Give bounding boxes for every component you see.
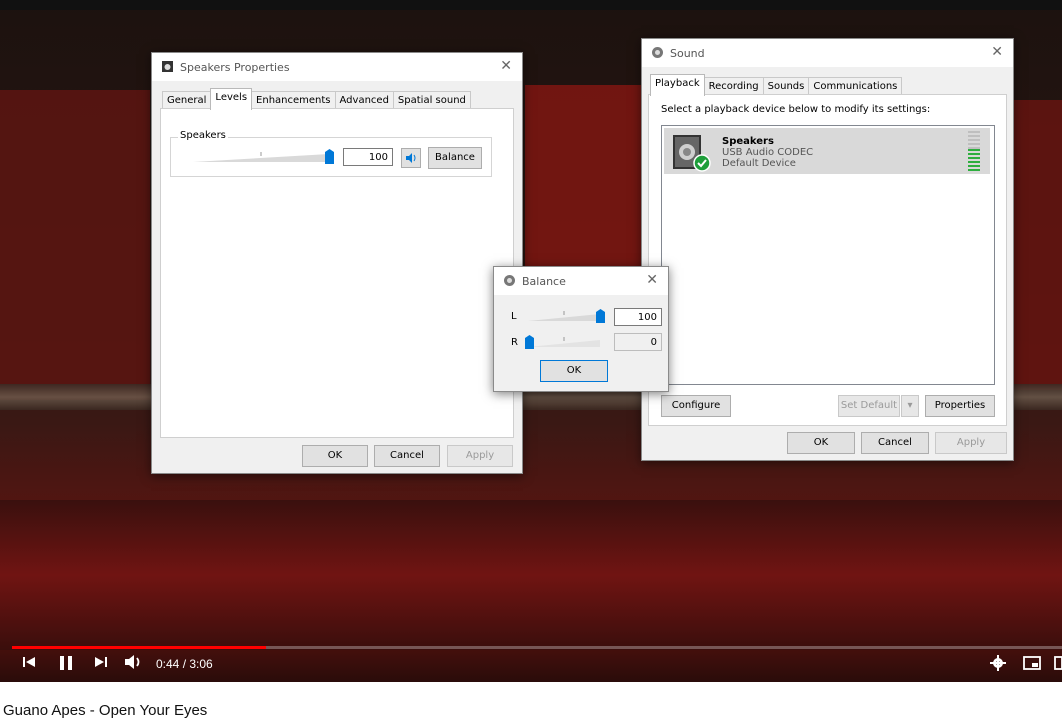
speakers-properties-dialog: Speakers Properties ✕ General Levels Enh… bbox=[151, 52, 523, 474]
dialog-title: Balance bbox=[522, 275, 566, 288]
balance-button[interactable]: Balance bbox=[428, 147, 482, 169]
speaker-icon bbox=[504, 275, 515, 286]
device-status: Default Device bbox=[722, 158, 796, 169]
dialog-title: Speakers Properties bbox=[180, 61, 290, 74]
ok-button[interactable]: OK bbox=[540, 360, 608, 382]
cancel-button[interactable]: Cancel bbox=[861, 432, 929, 454]
volume-thumb bbox=[325, 149, 334, 164]
prev-icon[interactable] bbox=[22, 654, 36, 674]
sound-dialog: Sound ✕ Playback Recording Sounds Commun… bbox=[641, 38, 1014, 461]
speaker-device-icon bbox=[673, 135, 711, 172]
video-frame-detail bbox=[0, 500, 1062, 650]
instruction-text: Select a playback device below to modify… bbox=[661, 104, 931, 115]
ok-button[interactable]: OK bbox=[787, 432, 855, 454]
time-display: 0:44 / 3:06 bbox=[156, 657, 213, 671]
close-icon[interactable]: ✕ bbox=[500, 58, 512, 74]
speaker-icon bbox=[652, 47, 663, 58]
ok-button[interactable]: OK bbox=[302, 445, 368, 467]
volume-icon[interactable] bbox=[123, 654, 145, 674]
left-channel-slider[interactable] bbox=[524, 305, 606, 325]
set-default-button[interactable]: Set Default bbox=[838, 395, 900, 417]
left-channel-label: L bbox=[511, 311, 517, 322]
settings-icon[interactable] bbox=[990, 655, 1006, 675]
dialog-title: Sound bbox=[670, 47, 705, 60]
apply-button[interactable]: Apply bbox=[935, 432, 1007, 454]
video-player[interactable]: Speakers Properties ✕ General Levels Enh… bbox=[0, 0, 1062, 682]
speakers-group: Speakers 100 Balance bbox=[170, 130, 492, 177]
video-title: Guano Apes - Open Your Eyes bbox=[3, 702, 208, 719]
properties-button[interactable]: Properties bbox=[925, 395, 995, 417]
progress-bar[interactable] bbox=[12, 646, 1062, 649]
right-channel-value[interactable]: 0 bbox=[614, 333, 662, 351]
tab-levels[interactable]: Levels bbox=[210, 88, 253, 110]
volume-icon[interactable] bbox=[401, 148, 421, 168]
speaker-icon bbox=[162, 61, 173, 72]
apply-button[interactable]: Apply bbox=[447, 445, 513, 467]
tab-playback[interactable]: Playback bbox=[650, 74, 705, 96]
close-icon[interactable]: ✕ bbox=[991, 44, 1003, 60]
playback-panel: Select a playback device below to modify… bbox=[648, 94, 1007, 426]
level-meter-fill bbox=[968, 149, 980, 171]
theater-mode-icon[interactable] bbox=[1054, 655, 1062, 675]
close-icon[interactable]: ✕ bbox=[646, 272, 658, 288]
set-default-dropdown[interactable]: ▾ bbox=[901, 395, 919, 417]
right-thumb bbox=[525, 335, 534, 349]
balance-dialog: Balance ✕ L 100 R 0 OK bbox=[493, 266, 669, 392]
left-channel-value[interactable]: 100 bbox=[614, 308, 662, 326]
right-channel-label: R bbox=[511, 337, 518, 348]
cancel-button[interactable]: Cancel bbox=[374, 445, 440, 467]
chevron-down-icon: ▾ bbox=[907, 400, 913, 411]
miniplayer-icon[interactable] bbox=[1023, 655, 1041, 675]
group-label: Speakers bbox=[178, 130, 228, 141]
list-item[interactable]: Speakers USB Audio CODEC Default Device bbox=[664, 128, 990, 174]
device-name: Speakers bbox=[722, 136, 774, 147]
volume-value-field[interactable]: 100 bbox=[343, 148, 393, 166]
left-thumb bbox=[596, 309, 605, 323]
configure-button[interactable]: Configure bbox=[661, 395, 731, 417]
next-icon[interactable] bbox=[94, 654, 108, 674]
right-channel-slider[interactable] bbox=[524, 331, 606, 351]
check-icon bbox=[693, 154, 711, 172]
title-bar[interactable] bbox=[494, 267, 668, 295]
level-meter bbox=[968, 131, 980, 171]
volume-slider[interactable] bbox=[191, 146, 341, 166]
device-list[interactable]: Speakers USB Audio CODEC Default Device bbox=[661, 125, 995, 385]
progress-fill bbox=[12, 646, 267, 649]
video-frame-detail bbox=[0, 0, 1062, 10]
device-driver: USB Audio CODEC bbox=[722, 147, 814, 158]
pause-icon[interactable] bbox=[58, 654, 74, 676]
levels-panel: Speakers 100 Balance bbox=[160, 108, 514, 438]
video-frame-detail bbox=[0, 90, 150, 400]
